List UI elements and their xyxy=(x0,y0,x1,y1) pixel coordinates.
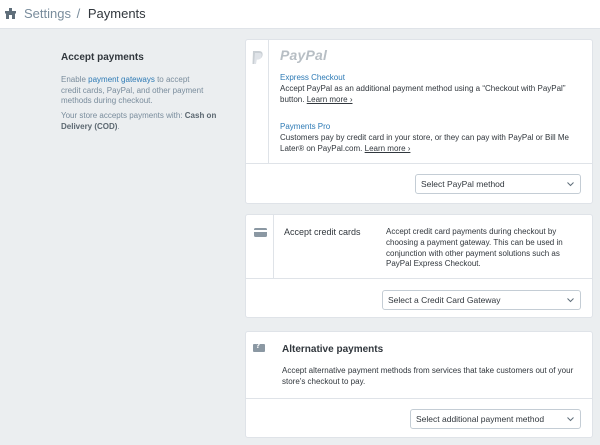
payments-pro-learn-more-link[interactable]: Learn more › xyxy=(365,144,411,153)
paypal-brand: PayPal xyxy=(280,47,328,63)
paypal-icon xyxy=(252,51,263,64)
credit-card-gateway-select[interactable]: Select a Credit Card Gateway xyxy=(382,290,581,310)
credit-cards-title: Accept credit cards xyxy=(284,227,361,237)
breadcrumb: Settings / Payments xyxy=(24,6,146,22)
payments-pro-description: Customers pay by credit card in your sto… xyxy=(280,133,580,154)
alternative-payments-title: Alternative payments xyxy=(282,344,384,355)
alternative-payments-card: Alternative payments Accept alternative … xyxy=(245,331,593,438)
credit-cards-description: Accept credit card payments during check… xyxy=(386,227,563,269)
card-divider-vertical xyxy=(273,215,274,278)
page-title: Payments xyxy=(87,6,146,21)
question-card-icon xyxy=(253,342,265,352)
express-checkout-title[interactable]: Express Checkout xyxy=(280,73,345,83)
chevron-down-icon xyxy=(567,298,574,303)
paypal-card: PayPal Express Checkout Accept PayPal as… xyxy=(245,39,593,204)
breadcrumb-separator: / xyxy=(76,6,81,21)
credit-card-icon xyxy=(254,228,267,237)
payments-pro-desc-text: Customers pay by credit card in your sto… xyxy=(280,133,570,153)
express-checkout-description: Accept PayPal as an additional payment m… xyxy=(280,84,580,105)
section-title: Accept payments xyxy=(61,52,144,63)
chevron-down-icon xyxy=(567,182,574,187)
card-divider xyxy=(246,278,592,279)
breadcrumb-settings-link[interactable]: Settings xyxy=(24,6,71,21)
credit-card-gateway-select-value: Select a Credit Card Gateway xyxy=(388,295,501,305)
card-divider xyxy=(246,163,592,164)
paypal-method-select-value: Select PayPal method xyxy=(421,179,505,189)
section-description: Enable payment gateways to accept credit… xyxy=(61,75,211,107)
store-icon[interactable] xyxy=(5,8,16,20)
card-divider-vertical xyxy=(268,40,269,163)
top-bar: Settings / Payments xyxy=(0,0,600,29)
credit-cards-card: Accept credit cards Accept credit card p… xyxy=(245,214,593,318)
alternative-payments-description: Accept alternative payment methods from … xyxy=(282,366,574,386)
store-accepts-text: Your store accepts payments with: Cash o… xyxy=(61,111,221,132)
card-divider xyxy=(246,398,592,399)
alternative-payment-select[interactable]: Select additional payment method xyxy=(410,409,581,429)
chevron-down-icon xyxy=(567,417,574,422)
store-suffix: . xyxy=(117,121,120,131)
express-checkout-learn-more-link[interactable]: Learn more › xyxy=(307,95,353,104)
payments-pro-title[interactable]: Payments Pro xyxy=(280,122,330,132)
store-prefix: Your store accepts payments with: xyxy=(61,111,185,120)
payment-gateways-link[interactable]: payment gateways xyxy=(88,75,155,84)
alternative-payment-select-value: Select additional payment method xyxy=(416,414,545,424)
desc-prefix: Enable xyxy=(61,75,89,84)
paypal-method-select[interactable]: Select PayPal method xyxy=(415,174,581,194)
